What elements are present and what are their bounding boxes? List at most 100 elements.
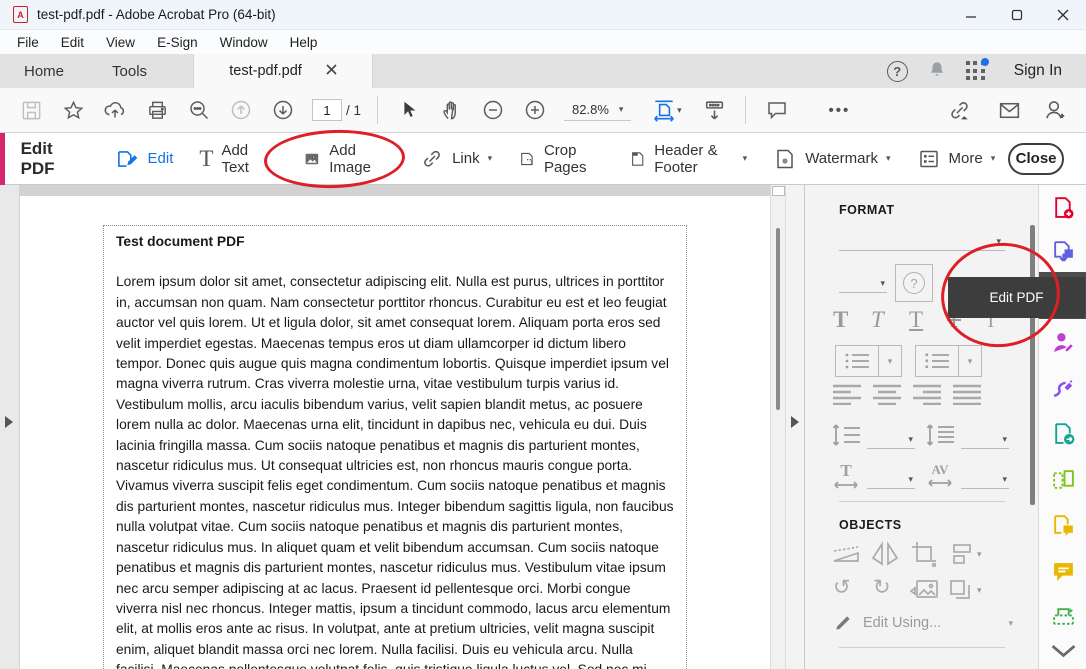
more-button[interactable]: More ▾: [917, 147, 996, 171]
create-pdf-tool-button[interactable]: [1039, 185, 1086, 229]
fit-width-button[interactable]: ▾: [645, 93, 687, 127]
chevron-down-icon: ▾: [1002, 434, 1007, 445]
tab-tools[interactable]: Tools: [88, 54, 171, 88]
italic-button[interactable]: T: [871, 307, 884, 333]
page-up-icon: [229, 98, 253, 122]
pdf-page[interactable]: Test document PDF Lorem ipsum dolor sit …: [20, 196, 770, 669]
previous-page-button[interactable]: [226, 93, 256, 127]
objects-section-title: OBJECTS: [839, 518, 902, 532]
tab-document[interactable]: test-pdf.pdf: [193, 54, 373, 88]
share-cloud-button[interactable]: [100, 93, 130, 127]
crop-pages-button[interactable]: Crop Pages: [518, 142, 603, 176]
header-footer-button[interactable]: Header & Footer ▾: [629, 142, 747, 176]
link-share-icon: [947, 98, 972, 123]
character-spacing-dropdown[interactable]: ▾: [961, 469, 1009, 489]
help-button[interactable]: ?: [887, 61, 908, 82]
cloud-upload-icon: [103, 98, 127, 122]
add-text-button[interactable]: T Add Text: [199, 142, 260, 176]
align-left-button[interactable]: [833, 383, 861, 405]
underline-button[interactable]: T: [909, 307, 923, 333]
numbered-list-dropdown[interactable]: ▾: [958, 345, 982, 377]
fill-sign-tool-button[interactable]: [1039, 365, 1086, 409]
save-button[interactable]: [16, 93, 46, 127]
flip-vertical-button[interactable]: [831, 543, 861, 567]
watermark-button[interactable]: Watermark ▾: [773, 147, 890, 171]
numbered-list-button[interactable]: [915, 345, 959, 377]
menu-window[interactable]: Window: [209, 33, 279, 52]
arrange-objects-dropdown[interactable]: ▾: [947, 577, 982, 603]
page-display-button[interactable]: [699, 93, 729, 127]
line-spacing-dropdown[interactable]: ▾: [867, 429, 915, 449]
notifications-button[interactable]: [928, 60, 946, 83]
format-section-title: FORMAT: [839, 203, 895, 217]
combine-files-tool-button[interactable]: [1039, 503, 1086, 547]
next-page-button[interactable]: [268, 93, 298, 127]
close-document-tab-button[interactable]: [326, 63, 337, 79]
close-window-button[interactable]: [1040, 0, 1086, 29]
organize-pages-icon: [1051, 467, 1076, 492]
zoom-in-button[interactable]: [520, 93, 550, 127]
horizontal-scale-dropdown[interactable]: ▾: [867, 469, 915, 489]
document-scrollbar[interactable]: [770, 185, 786, 669]
page-number-input[interactable]: [312, 99, 342, 121]
more-tools-rail-button[interactable]: [1039, 637, 1086, 665]
more-tools-button[interactable]: •••: [824, 93, 854, 127]
align-right-button[interactable]: [913, 383, 941, 405]
edit-tool-button[interactable]: Edit: [114, 146, 174, 172]
account-button[interactable]: [1040, 93, 1070, 127]
rotate-clockwise-button[interactable]: ↻: [873, 577, 891, 598]
format-help-button[interactable]: ?: [895, 264, 933, 302]
line-spacing-icon: [831, 423, 861, 447]
menu-edit[interactable]: Edit: [50, 33, 95, 52]
zoom-level-dropdown[interactable]: 82.8% ▾: [564, 99, 631, 121]
edit-using-dropdown[interactable]: Edit Using... ▾: [833, 613, 1013, 633]
numbered-list-icon: [924, 352, 950, 370]
maximize-button[interactable]: [994, 0, 1040, 29]
bullet-list-dropdown[interactable]: ▾: [878, 345, 902, 377]
replace-image-button[interactable]: [909, 577, 939, 601]
search-button[interactable]: [184, 93, 214, 127]
sign-in-button[interactable]: Sign In: [1006, 62, 1062, 80]
bold-button[interactable]: T: [833, 307, 848, 333]
flip-horizontal-button[interactable]: [871, 541, 899, 567]
comment-tool-button[interactable]: [1039, 549, 1086, 593]
close-edit-pdf-button[interactable]: Close: [1008, 143, 1064, 175]
menu-bar: File Edit View E-Sign Window Help: [0, 30, 1086, 54]
select-tool-button[interactable]: [394, 93, 424, 127]
tab-home[interactable]: Home: [0, 54, 88, 88]
align-justify-button[interactable]: [953, 383, 981, 405]
chevron-down-icon: ▾: [991, 153, 996, 164]
crop-object-button[interactable]: [911, 541, 937, 567]
hand-tool-button[interactable]: [436, 93, 466, 127]
expand-nav-pane-arrow-icon[interactable]: [5, 416, 13, 428]
zoom-out-button[interactable]: [478, 93, 508, 127]
align-center-button[interactable]: [873, 383, 901, 405]
print-button[interactable]: [142, 93, 172, 127]
font-size-dropdown[interactable]: ▾: [839, 271, 887, 293]
menu-esign[interactable]: E-Sign: [146, 33, 209, 52]
scrollbar-thumb[interactable]: [776, 228, 780, 410]
comment-button[interactable]: [762, 93, 792, 127]
menu-view[interactable]: View: [95, 33, 146, 52]
rotate-counterclockwise-button[interactable]: ↺: [833, 577, 851, 598]
bullet-list-button[interactable]: [835, 345, 879, 377]
star-icon: [62, 99, 85, 122]
paragraph-spacing-dropdown[interactable]: ▾: [961, 429, 1009, 449]
link-button[interactable]: Link ▾: [420, 147, 492, 171]
toolbar-divider: [745, 96, 746, 124]
email-button[interactable]: [994, 93, 1024, 127]
send-pdf-tool-button[interactable]: [1039, 411, 1086, 455]
collapse-panel-arrow-icon[interactable]: [791, 416, 799, 428]
menu-help[interactable]: Help: [279, 33, 329, 52]
text-edit-frame[interactable]: Test document PDF Lorem ipsum dolor sit …: [103, 225, 687, 669]
favorite-button[interactable]: [58, 93, 88, 127]
scan-ocr-tool-button[interactable]: [1039, 595, 1086, 639]
share-link-button[interactable]: [944, 93, 974, 127]
organize-pages-tool-button[interactable]: [1039, 457, 1086, 501]
apps-grid-button[interactable]: [966, 61, 986, 81]
save-icon: [20, 99, 43, 122]
help-icon: ?: [903, 272, 925, 294]
align-objects-dropdown[interactable]: ▾: [947, 541, 982, 567]
minimize-button[interactable]: [948, 0, 994, 29]
menu-file[interactable]: File: [6, 33, 50, 52]
